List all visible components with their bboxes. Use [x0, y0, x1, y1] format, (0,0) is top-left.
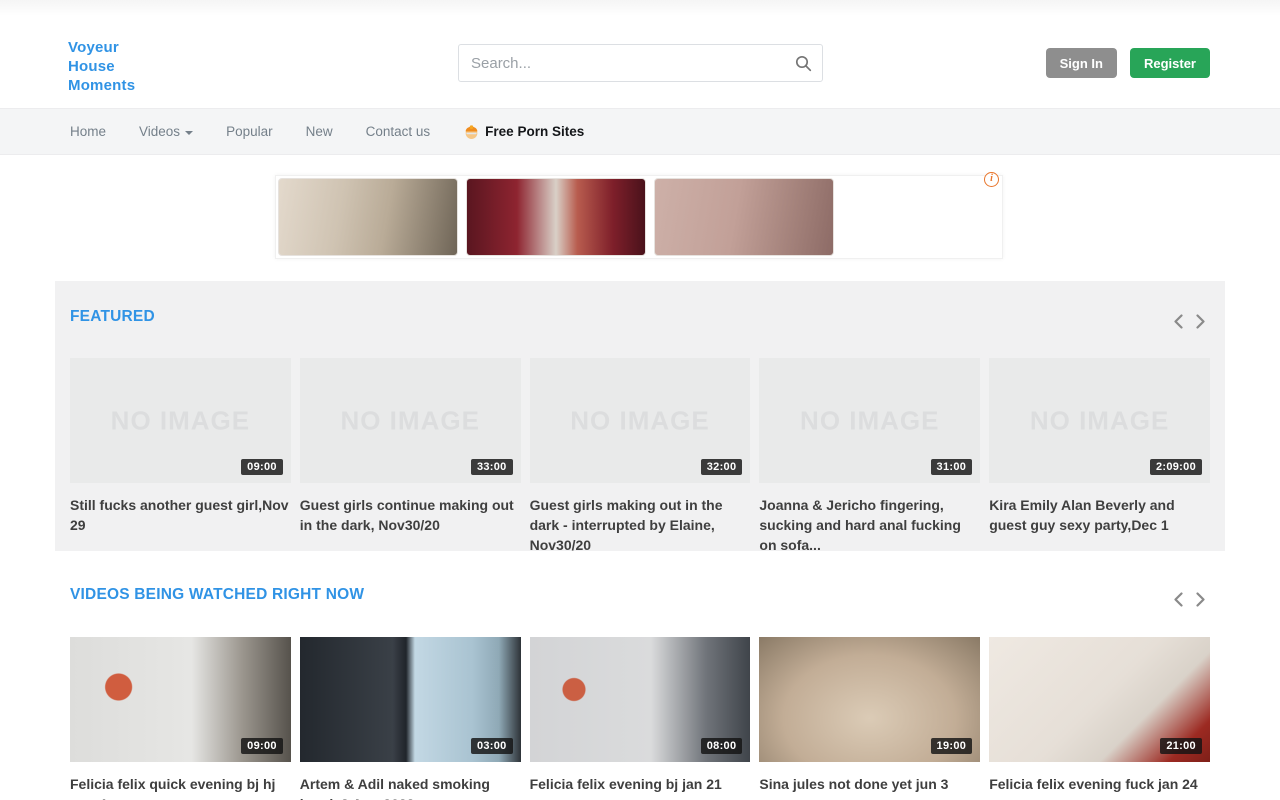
ad-cam-thumbnail[interactable] [466, 178, 646, 256]
video-thumbnail[interactable]: NO IMAGE 33:00 [300, 358, 521, 483]
video-thumbnail[interactable]: 08:00 [530, 637, 751, 762]
featured-header: FEATURED [55, 281, 1225, 326]
main-nav: Home Videos Popular New Contact us Free … [0, 108, 1280, 155]
auth-buttons: Sign In Register [1046, 48, 1210, 78]
nav-free-porn-sites-label: Free Porn Sites [485, 124, 584, 139]
video-thumbnail[interactable]: NO IMAGE 32:00 [530, 358, 751, 483]
search-icon [795, 55, 812, 72]
video-thumbnail[interactable]: NO IMAGE 09:00 [70, 358, 291, 483]
nav-new[interactable]: New [306, 124, 333, 139]
search-button[interactable] [784, 45, 822, 81]
logo-line: Voyeur [68, 38, 135, 57]
video-thumbnail[interactable]: 03:00 [300, 637, 521, 762]
watching-prev-button[interactable] [1171, 590, 1185, 608]
ad-cam-thumbnail[interactable] [654, 178, 834, 256]
nav-videos-label: Videos [139, 124, 180, 139]
watching-now-heading: VIDEOS BEING WATCHED RIGHT NOW [70, 586, 1210, 604]
chevron-right-icon [1196, 592, 1205, 607]
search-input[interactable] [459, 45, 784, 81]
video-title[interactable]: Artem & Adil naked smoking break 3 Aug 2… [300, 774, 521, 800]
watching-now-header: VIDEOS BEING WATCHED RIGHT NOW [55, 565, 1225, 604]
duration-badge: 33:00 [471, 459, 513, 475]
video-card: 19:00 Sina jules not done yet jun 3 [759, 637, 980, 800]
video-thumbnail[interactable]: 21:00 [989, 637, 1210, 762]
nav-free-porn-sites[interactable]: Free Porn Sites [463, 123, 584, 140]
video-title[interactable]: Felicia felix quick evening bj hj nov 4 [70, 774, 291, 800]
video-card: NO IMAGE 2:09:00 Kira Emily Alan Beverly… [989, 358, 1210, 555]
no-image-label: NO IMAGE [340, 405, 479, 436]
no-image-label: NO IMAGE [1030, 405, 1169, 436]
video-card: 03:00 Artem & Adil naked smoking break 3… [300, 637, 521, 800]
nav-popular[interactable]: Popular [226, 124, 273, 139]
duration-badge: 08:00 [701, 738, 743, 754]
no-image-label: NO IMAGE [111, 405, 250, 436]
logo-line: Moments [68, 76, 135, 95]
nav-contact-us[interactable]: Contact us [366, 124, 431, 139]
featured-carousel-arrows [1171, 312, 1207, 330]
nav-home[interactable]: Home [70, 124, 106, 139]
video-card: NO IMAGE 33:00 Guest girls continue maki… [300, 358, 521, 555]
duration-badge: 03:00 [471, 738, 513, 754]
site-header: Voyeur House Moments Sign In Register [0, 0, 1280, 108]
nav-videos[interactable]: Videos [139, 124, 193, 139]
chevron-down-icon [185, 131, 193, 135]
video-title[interactable]: Felicia felix evening bj jan 21 [530, 774, 751, 794]
ad-banner[interactable]: i [275, 175, 1003, 259]
worker-hat-icon [463, 123, 480, 140]
logo-line: House [68, 57, 135, 76]
chevron-left-icon [1174, 592, 1183, 607]
featured-prev-button[interactable] [1171, 312, 1185, 330]
featured-next-button[interactable] [1193, 312, 1207, 330]
video-title[interactable]: Felicia felix evening fuck jan 24 [989, 774, 1210, 794]
duration-badge: 21:00 [1160, 738, 1202, 754]
video-title[interactable]: Kira Emily Alan Beverly and guest guy se… [989, 495, 1210, 535]
video-thumbnail[interactable]: NO IMAGE 31:00 [759, 358, 980, 483]
video-card: NO IMAGE 09:00 Still fucks another guest… [70, 358, 291, 555]
duration-badge: 19:00 [931, 738, 973, 754]
duration-badge: 32:00 [701, 459, 743, 475]
watching-carousel-arrows [1171, 590, 1207, 608]
video-title[interactable]: Joanna & Jericho fingering, sucking and … [759, 495, 980, 555]
featured-section: FEATURED NO IMAGE 09:00 [55, 281, 1225, 551]
video-title[interactable]: Guest girls continue making out in the d… [300, 495, 521, 535]
site-logo[interactable]: Voyeur House Moments [68, 38, 135, 95]
duration-badge: 31:00 [931, 459, 973, 475]
chevron-right-icon [1196, 314, 1205, 329]
video-thumbnail[interactable]: 19:00 [759, 637, 980, 762]
watching-next-button[interactable] [1193, 590, 1207, 608]
watching-now-section: VIDEOS BEING WATCHED RIGHT NOW 09:00 [55, 565, 1225, 800]
register-button[interactable]: Register [1130, 48, 1210, 78]
chevron-left-icon [1174, 314, 1183, 329]
duration-badge: 2:09:00 [1150, 459, 1202, 475]
video-card: 08:00 Felicia felix evening bj jan 21 [530, 637, 751, 800]
ad-strip: i [0, 155, 1280, 278]
watching-card-row: 09:00 Felicia felix quick evening bj hj … [70, 637, 1210, 800]
search-bar [458, 44, 823, 82]
video-thumbnail[interactable]: 09:00 [70, 637, 291, 762]
video-thumbnail[interactable]: NO IMAGE 2:09:00 [989, 358, 1210, 483]
page: Voyeur House Moments Sign In Register Ho… [0, 0, 1280, 800]
video-card: NO IMAGE 32:00 Guest girls making out in… [530, 358, 751, 555]
no-image-label: NO IMAGE [570, 405, 709, 436]
video-card: 09:00 Felicia felix quick evening bj hj … [70, 637, 291, 800]
video-title[interactable]: Guest girls making out in the dark - int… [530, 495, 751, 555]
no-image-label: NO IMAGE [800, 405, 939, 436]
featured-card-row: NO IMAGE 09:00 Still fucks another guest… [70, 358, 1210, 555]
video-card: NO IMAGE 31:00 Joanna & Jericho fingerin… [759, 358, 980, 555]
video-title[interactable]: Still fucks another guest girl,Nov 29 [70, 495, 291, 535]
sign-in-button[interactable]: Sign In [1046, 48, 1117, 78]
video-title[interactable]: Sina jules not done yet jun 3 [759, 774, 980, 794]
ad-cam-thumbnail[interactable] [278, 178, 458, 256]
featured-heading: FEATURED [70, 308, 1210, 326]
ad-info-icon[interactable]: i [984, 172, 999, 187]
duration-badge: 09:00 [241, 459, 283, 475]
duration-badge: 09:00 [241, 738, 283, 754]
video-card: 21:00 Felicia felix evening fuck jan 24 [989, 637, 1210, 800]
